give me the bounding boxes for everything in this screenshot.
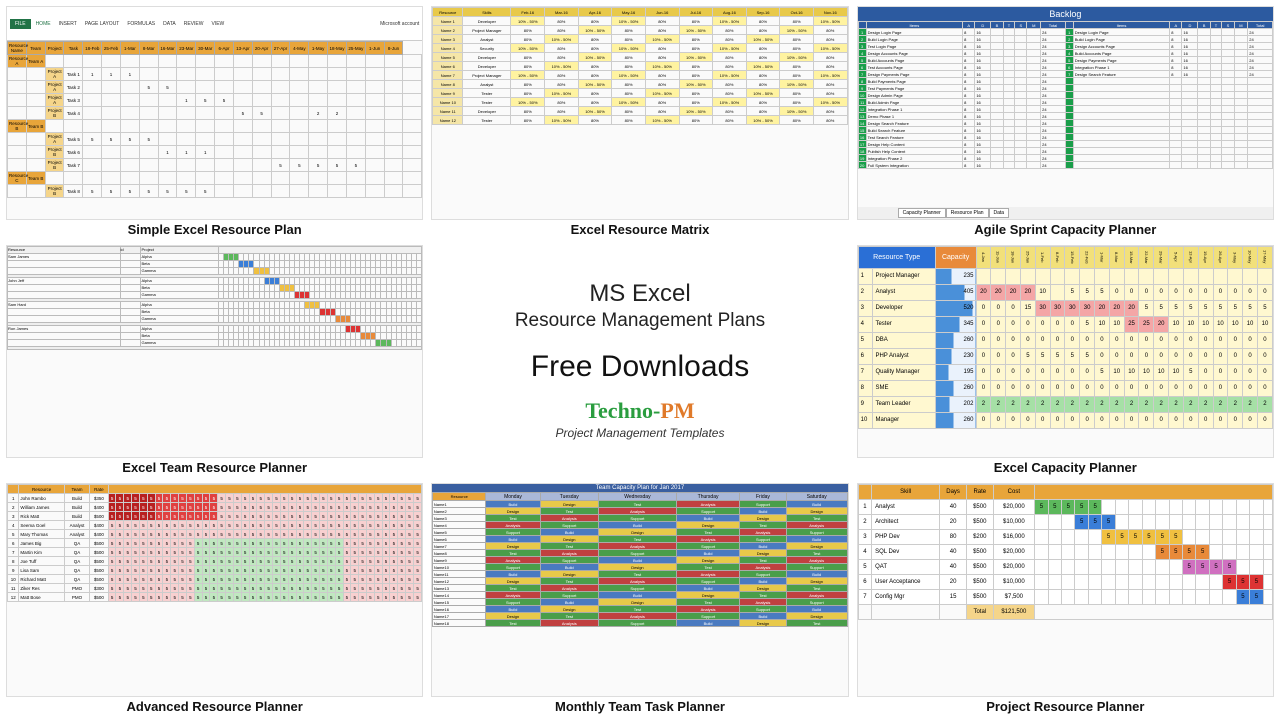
capacity-table: Resource TypeCapacity4-Jan11-Jan18-Jan25… — [858, 246, 1273, 429]
thumb-monthly-task: Team Capacity Plan for Jan 2017 Resource… — [431, 483, 848, 697]
backlog-table: ItemsADBTSMTotalItemsADBTSMTotal 1Design… — [858, 21, 1273, 169]
monthly-table: ResourceMondayTuesdayWednesdayThursdayFr… — [432, 492, 847, 627]
backlog-title: Backlog — [858, 7, 1273, 21]
caption-a: Simple Excel Resource Plan — [128, 222, 302, 237]
caption-b: Excel Resource Matrix — [571, 222, 710, 237]
caption-f: Excel Capacity Planner — [994, 460, 1137, 475]
heading-3: Free Downloads — [531, 350, 749, 384]
caption-g: Advanced Resource Planner — [127, 699, 303, 714]
thumb-project-resource: SkillDaysRateCost 1Analyst40$500$20,0005… — [857, 483, 1274, 697]
team-planner-table: ResourceidProject Sam JamesAlphaBetaGamm… — [7, 246, 422, 350]
thumb-agile-sprint: Backlog ItemsADBTSMTotalItemsADBTSMTotal… — [857, 6, 1274, 220]
matrix-table: ResourceSkillsFeb-16Mar-16Apr-16May-16Ju… — [432, 7, 847, 125]
caption-d: Excel Team Resource Planner — [122, 460, 307, 475]
brand-subtitle: Project Management Templates — [556, 426, 725, 440]
center-title-block: MS Excel Resource Management Plans Free … — [431, 245, 848, 476]
heading-2: Resource Management Plans — [515, 310, 765, 332]
caption-h: Monthly Team Task Planner — [555, 699, 725, 714]
thumb-advanced-planner: ResourceTeamRate 1John RamboBuild$350555… — [6, 483, 423, 697]
sheet-tabs: Capacity Planner Resource Plan Data — [858, 207, 1273, 219]
project-table: SkillDaysRateCost 1Analyst40$500$20,0005… — [858, 484, 1273, 620]
thumb-resource-matrix: ResourceSkillsFeb-16Mar-16Apr-16May-16Ju… — [431, 6, 848, 220]
caption-i: Project Resource Planner — [986, 699, 1144, 714]
thumb-capacity-planner: Resource TypeCapacity4-Jan11-Jan18-Jan25… — [857, 245, 1274, 459]
caption-c: Agile Sprint Capacity Planner — [974, 222, 1156, 237]
monthly-title: Team Capacity Plan for Jan 2017 — [432, 484, 847, 492]
heading-1: MS Excel — [589, 280, 690, 308]
resource-plan-table: Resource NameTeamProjectTask18-Feb25-Feb… — [7, 41, 422, 198]
thumb-team-resource-planner: ResourceidProject Sam JamesAlphaBetaGamm… — [6, 245, 423, 459]
brand-logo: Techno-PM — [585, 398, 694, 424]
advanced-table: ResourceTeamRate 1John RamboBuild$350555… — [7, 484, 422, 602]
excel-ribbon: FILE HOME INSERT PAGE LAYOUT FORMULAS DA… — [7, 7, 422, 41]
thumb-simple-resource-plan: FILE HOME INSERT PAGE LAYOUT FORMULAS DA… — [6, 6, 423, 220]
file-tab: FILE — [10, 19, 31, 29]
